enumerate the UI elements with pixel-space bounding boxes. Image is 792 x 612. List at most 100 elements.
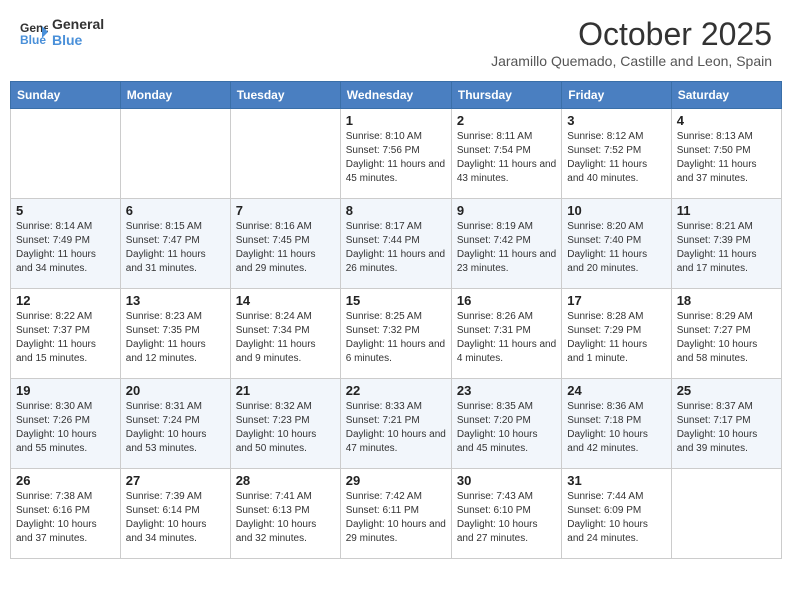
day-number: 4	[677, 113, 776, 128]
calendar-cell: 17 Sunrise: 8:28 AM Sunset: 7:29 PM Dayli…	[562, 289, 671, 379]
day-number: 3	[567, 113, 665, 128]
logo-text-blue: Blue	[52, 32, 104, 48]
day-info: Sunrise: 8:23 AM Sunset: 7:35 PM Dayligh…	[126, 310, 225, 366]
day-number: 18	[677, 293, 776, 308]
day-number: 17	[567, 293, 665, 308]
day-number: 8	[346, 203, 446, 218]
day-number: 30	[457, 473, 556, 488]
weekday-header-monday: Monday	[120, 82, 230, 109]
day-info: Sunrise: 8:11 AM Sunset: 7:54 PM Dayligh…	[457, 130, 556, 186]
calendar-cell: 11Sunrise: 8:21 AM Sunset: 7:39 PM Dayli…	[671, 199, 781, 289]
calendar-cell: 23Sunrise: 8:35 AM Sunset: 7:20 PM Dayli…	[451, 379, 561, 469]
day-info: Sunrise: 8:32 AM Sunset: 7:23 PM Dayligh…	[236, 400, 335, 456]
calendar-cell: 26 Sunrise: 7:38 AM Sunset: 6:16 PM Dayli…	[11, 469, 121, 559]
calendar-week-row-2: 12 Sunrise: 8:22 AM Sunset: 7:37 PM Dayli…	[11, 289, 782, 379]
weekday-header-thursday: Thursday	[451, 82, 561, 109]
weekday-header-tuesday: Tuesday	[230, 82, 340, 109]
calendar-cell: 29 Sunrise: 7:42 AM Sunset: 6:11 PM Dayli…	[340, 469, 451, 559]
day-number: 13	[126, 293, 225, 308]
day-number: 2	[457, 113, 556, 128]
calendar-cell: 15Sunrise: 8:25 AM Sunset: 7:32 PM Dayli…	[340, 289, 451, 379]
day-number: 25	[677, 383, 776, 398]
day-info: Sunrise: 7:41 AM Sunset: 6:13 PM Dayligh…	[236, 490, 335, 546]
calendar-week-row-4: 26 Sunrise: 7:38 AM Sunset: 6:16 PM Dayli…	[11, 469, 782, 559]
day-info: Sunrise: 8:29 AM Sunset: 7:27 PM Dayligh…	[677, 310, 776, 366]
day-info: Sunrise: 8:37 AM Sunset: 7:17 PM Dayligh…	[677, 400, 776, 456]
day-number: 5	[16, 203, 115, 218]
title-block: October 2025 Jaramillo Quemado, Castille…	[491, 16, 772, 69]
day-info: Sunrise: 8:36 AM Sunset: 7:18 PM Dayligh…	[567, 400, 665, 456]
day-info: Sunrise: 8:24 AM Sunset: 7:34 PM Dayligh…	[236, 310, 335, 366]
day-info: Sunrise: 8:28 AM Sunset: 7:29 PM Dayligh…	[567, 310, 665, 366]
calendar-cell: 7Sunrise: 8:16 AM Sunset: 7:45 PM Daylig…	[230, 199, 340, 289]
day-info: Sunrise: 7:38 AM Sunset: 6:16 PM Dayligh…	[16, 490, 115, 546]
day-info: Sunrise: 8:30 AM Sunset: 7:26 PM Dayligh…	[16, 400, 115, 456]
day-info: Sunrise: 8:22 AM Sunset: 7:37 PM Dayligh…	[16, 310, 115, 366]
day-number: 23	[457, 383, 556, 398]
day-info: Sunrise: 7:39 AM Sunset: 6:14 PM Dayligh…	[126, 490, 225, 546]
logo: General Blue General Blue	[20, 16, 104, 48]
logo-icon: General Blue	[20, 18, 48, 46]
calendar-table: SundayMondayTuesdayWednesdayThursdayFrid…	[10, 81, 782, 559]
calendar-cell: 14Sunrise: 8:24 AM Sunset: 7:34 PM Dayli…	[230, 289, 340, 379]
day-info: Sunrise: 8:20 AM Sunset: 7:40 PM Dayligh…	[567, 220, 665, 276]
day-number: 26	[16, 473, 115, 488]
day-info: Sunrise: 8:12 AM Sunset: 7:52 PM Dayligh…	[567, 130, 665, 186]
month-title: October 2025	[491, 16, 772, 53]
day-info: Sunrise: 8:10 AM Sunset: 7:56 PM Dayligh…	[346, 130, 446, 186]
day-info: Sunrise: 8:31 AM Sunset: 7:24 PM Dayligh…	[126, 400, 225, 456]
location-title: Jaramillo Quemado, Castille and Leon, Sp…	[491, 53, 772, 69]
day-number: 6	[126, 203, 225, 218]
day-number: 12	[16, 293, 115, 308]
calendar-cell: 1 Sunrise: 8:10 AM Sunset: 7:56 PM Daylig…	[340, 109, 451, 199]
calendar-cell: 31 Sunrise: 7:44 AM Sunset: 6:09 PM Dayli…	[562, 469, 671, 559]
calendar-cell: 30 Sunrise: 7:43 AM Sunset: 6:10 PM Dayli…	[451, 469, 561, 559]
day-number: 1	[346, 113, 446, 128]
day-number: 20	[126, 383, 225, 398]
calendar-cell: 19 Sunrise: 8:30 AM Sunset: 7:26 PM Dayli…	[11, 379, 121, 469]
day-number: 31	[567, 473, 665, 488]
calendar-cell: 28 Sunrise: 7:41 AM Sunset: 6:13 PM Dayli…	[230, 469, 340, 559]
day-info: Sunrise: 8:25 AM Sunset: 7:32 PM Dayligh…	[346, 310, 446, 366]
day-number: 10	[567, 203, 665, 218]
day-number: 29	[346, 473, 446, 488]
day-info: Sunrise: 7:43 AM Sunset: 6:10 PM Dayligh…	[457, 490, 556, 546]
calendar-cell: 9Sunrise: 8:19 AM Sunset: 7:42 PM Daylig…	[451, 199, 561, 289]
calendar-week-row-3: 19 Sunrise: 8:30 AM Sunset: 7:26 PM Dayli…	[11, 379, 782, 469]
logo-text-general: General	[52, 16, 104, 32]
weekday-header-row: SundayMondayTuesdayWednesdayThursdayFrid…	[11, 82, 782, 109]
calendar-cell	[671, 469, 781, 559]
calendar-cell: 3 Sunrise: 8:12 AM Sunset: 7:52 PM Daylig…	[562, 109, 671, 199]
calendar-cell: 2 Sunrise: 8:11 AM Sunset: 7:54 PM Daylig…	[451, 109, 561, 199]
calendar-week-row-0: 1 Sunrise: 8:10 AM Sunset: 7:56 PM Daylig…	[11, 109, 782, 199]
calendar-cell: 10 Sunrise: 8:20 AM Sunset: 7:40 PM Dayli…	[562, 199, 671, 289]
page-header: General Blue General Blue October 2025 J…	[10, 10, 782, 75]
day-number: 11	[677, 203, 776, 218]
day-info: Sunrise: 7:42 AM Sunset: 6:11 PM Dayligh…	[346, 490, 446, 546]
calendar-cell	[120, 109, 230, 199]
day-info: Sunrise: 8:17 AM Sunset: 7:44 PM Dayligh…	[346, 220, 446, 276]
calendar-cell: 22Sunrise: 8:33 AM Sunset: 7:21 PM Dayli…	[340, 379, 451, 469]
calendar-cell: 13 Sunrise: 8:23 AM Sunset: 7:35 PM Dayli…	[120, 289, 230, 379]
day-number: 9	[457, 203, 556, 218]
calendar-cell	[11, 109, 121, 199]
calendar-cell: 21Sunrise: 8:32 AM Sunset: 7:23 PM Dayli…	[230, 379, 340, 469]
day-info: Sunrise: 8:13 AM Sunset: 7:50 PM Dayligh…	[677, 130, 776, 186]
calendar-cell: 20 Sunrise: 8:31 AM Sunset: 7:24 PM Dayli…	[120, 379, 230, 469]
weekday-header-friday: Friday	[562, 82, 671, 109]
calendar-cell: 12 Sunrise: 8:22 AM Sunset: 7:37 PM Dayli…	[11, 289, 121, 379]
day-number: 19	[16, 383, 115, 398]
calendar-cell	[230, 109, 340, 199]
calendar-cell: 5 Sunrise: 8:14 AM Sunset: 7:49 PM Daylig…	[11, 199, 121, 289]
calendar-cell: 6Sunrise: 8:15 AM Sunset: 7:47 PM Daylig…	[120, 199, 230, 289]
day-info: Sunrise: 8:33 AM Sunset: 7:21 PM Dayligh…	[346, 400, 446, 456]
calendar-cell: 24Sunrise: 8:36 AM Sunset: 7:18 PM Dayli…	[562, 379, 671, 469]
weekday-header-wednesday: Wednesday	[340, 82, 451, 109]
calendar-cell: 4 Sunrise: 8:13 AM Sunset: 7:50 PM Daylig…	[671, 109, 781, 199]
calendar-cell: 18 Sunrise: 8:29 AM Sunset: 7:27 PM Dayli…	[671, 289, 781, 379]
day-number: 28	[236, 473, 335, 488]
day-info: Sunrise: 8:26 AM Sunset: 7:31 PM Dayligh…	[457, 310, 556, 366]
calendar-cell: 27Sunrise: 7:39 AM Sunset: 6:14 PM Dayli…	[120, 469, 230, 559]
day-info: Sunrise: 8:14 AM Sunset: 7:49 PM Dayligh…	[16, 220, 115, 276]
day-info: Sunrise: 7:44 AM Sunset: 6:09 PM Dayligh…	[567, 490, 665, 546]
